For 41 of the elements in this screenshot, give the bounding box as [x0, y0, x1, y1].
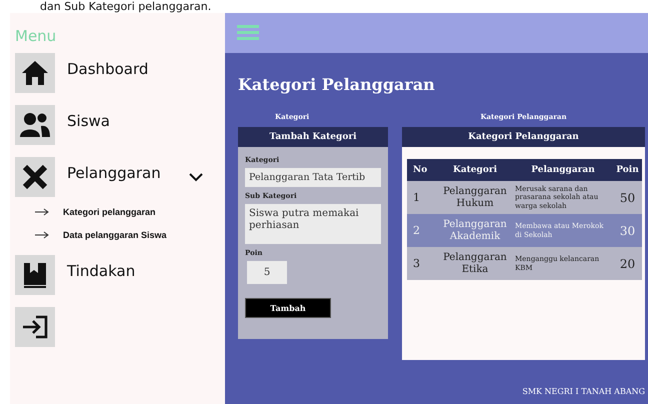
- users-icon: [20, 112, 50, 138]
- footer-text: SMK NEGRI I TANAH ABANG: [521, 387, 645, 396]
- table-cell-text: Pelanggaran Hukum: [442, 186, 508, 209]
- chevron-icon[interactable]: [188, 172, 203, 182]
- exit-icon: [22, 315, 48, 339]
- menu-title: Menu: [15, 27, 58, 45]
- column-header: Kategori: [452, 164, 498, 176]
- table-cell-text: 50: [618, 190, 636, 204]
- add-button[interactable]: Tambah: [245, 298, 331, 318]
- page-title: Kategori Pelanggaran: [238, 75, 436, 94]
- table-cell-text: 1: [412, 191, 421, 204]
- table-cell-text: Pelanggaran Akademik: [442, 219, 508, 242]
- nav-label: Tindakan: [67, 262, 136, 280]
- column-header: No: [412, 165, 428, 175]
- arrow-icon: [35, 208, 49, 216]
- card-header: Kategori Pelanggaran: [402, 127, 645, 147]
- nav-item[interactable]: Siswa: [15, 105, 225, 145]
- input-field[interactable]: Pelanggaran Tata Tertib: [245, 168, 381, 187]
- cross-icon: [22, 164, 48, 190]
- nav-item[interactable]: Tindakan: [15, 255, 225, 295]
- nav-label: Dashboard: [67, 60, 148, 78]
- nav-item[interactable]: Dashboard: [15, 53, 225, 93]
- column-header: Poin: [615, 165, 640, 175]
- nav-label: Pelanggaran: [67, 164, 161, 182]
- input-field[interactable]: 5: [247, 261, 287, 284]
- book-icon: [22, 261, 48, 289]
- column-header: Pelanggaran: [530, 164, 596, 176]
- card-header: Tambah Kategori: [238, 127, 388, 147]
- table-cell-text: 30: [618, 224, 636, 238]
- caption-text: dan Sub Kategori pelanggaran.: [39, 0, 212, 13]
- submenu-link[interactable]: Kategori pelanggaran: [63, 207, 156, 217]
- nav-item[interactable]: Pelanggaran: [15, 157, 225, 197]
- input-field[interactable]: Siswa putra memakai perhiasan: [245, 204, 381, 244]
- arrow-icon: [35, 231, 49, 239]
- home-icon: [21, 60, 49, 86]
- table-cell-text: 20: [618, 256, 636, 270]
- submenu-link[interactable]: Data pelanggaran Siswa: [63, 230, 167, 240]
- table-cell-text: 2: [412, 224, 421, 237]
- nav-label: Siswa: [67, 112, 110, 130]
- table-cell-text: Pelanggaran Etika: [442, 252, 508, 275]
- table-cell-text: 3: [412, 257, 421, 270]
